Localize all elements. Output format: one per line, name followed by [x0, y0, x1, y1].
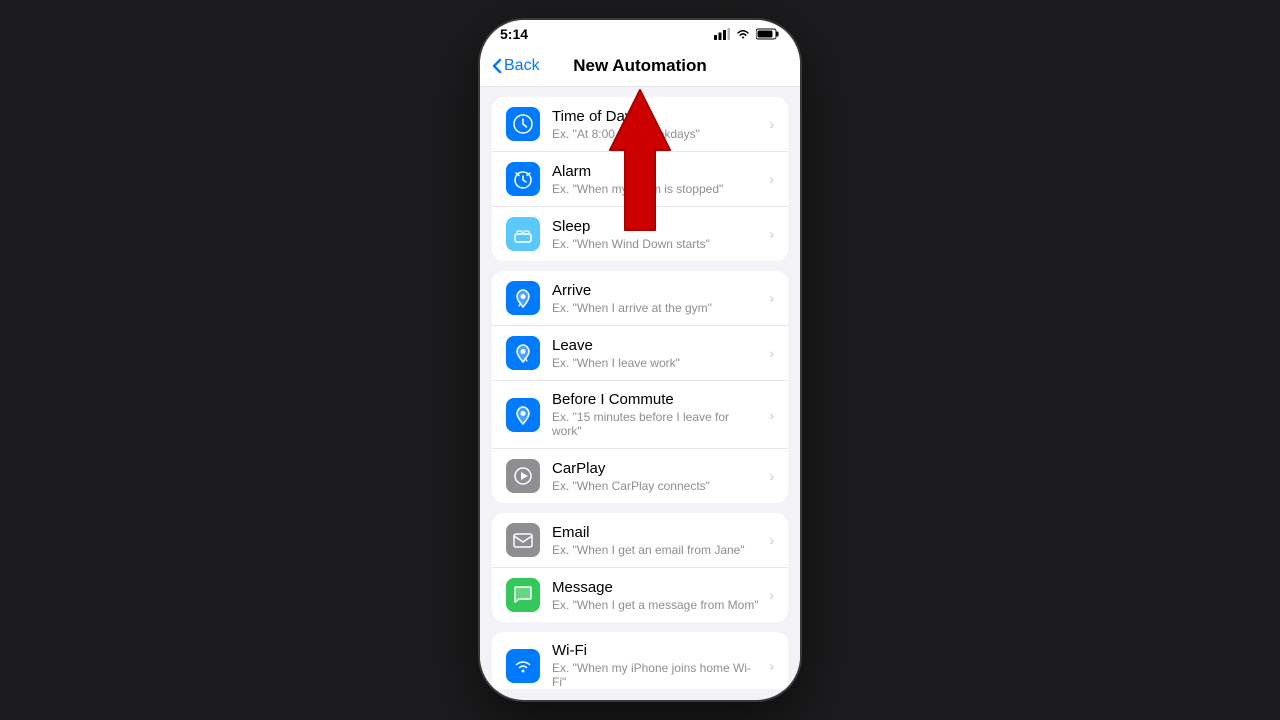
- arrive-text: Arrive Ex. "When I arrive at the gym": [552, 282, 761, 315]
- time-of-day-chevron: ›: [769, 116, 774, 132]
- commute-subtitle: Ex. "15 minutes before I leave for work": [552, 410, 761, 438]
- message-title: Message: [552, 579, 761, 596]
- email-title: Email: [552, 524, 761, 541]
- alarm-chevron: ›: [769, 171, 774, 187]
- battery-icon: [756, 28, 780, 40]
- message-subtitle: Ex. "When I get a message from Mom": [552, 598, 761, 612]
- alarm-text: Alarm Ex. "When my alarm is stopped": [552, 163, 761, 196]
- signal-icon: [714, 28, 730, 40]
- list-item-time-of-day[interactable]: Time of Day Ex. "At 8:00 AM, weekdays" ›: [492, 97, 788, 152]
- status-time: 5:14: [500, 26, 528, 42]
- list-item-leave[interactable]: Leave Ex. "When I leave work" ›: [492, 326, 788, 381]
- email-chevron: ›: [769, 532, 774, 548]
- communication-section: Email Ex. "When I get an email from Jane…: [492, 513, 788, 622]
- arrive-chevron: ›: [769, 290, 774, 306]
- arrive-title: Arrive: [552, 282, 761, 299]
- email-icon-bg: [506, 523, 540, 557]
- list-item-commute[interactable]: Before I Commute Ex. "15 minutes before …: [492, 381, 788, 449]
- status-icons: [714, 28, 780, 40]
- sleep-chevron: ›: [769, 226, 774, 242]
- message-icon-bg: [506, 578, 540, 612]
- carplay-subtitle: Ex. "When CarPlay connects": [552, 479, 761, 493]
- list-item-arrive[interactable]: Arrive Ex. "When I arrive at the gym" ›: [492, 271, 788, 326]
- alarm-title: Alarm: [552, 163, 761, 180]
- nav-title: New Automation: [573, 56, 706, 76]
- wifi-text: Wi-Fi Ex. "When my iPhone joins home Wi-…: [552, 642, 761, 689]
- commute-icon: [506, 398, 540, 432]
- list-item-carplay[interactable]: CarPlay Ex. "When CarPlay connects" ›: [492, 449, 788, 503]
- leave-icon: [506, 336, 540, 370]
- wifi-title: Wi-Fi: [552, 642, 761, 659]
- carplay-text: CarPlay Ex. "When CarPlay connects": [552, 460, 761, 493]
- wifi-subtitle: Ex. "When my iPhone joins home Wi-Fi": [552, 661, 761, 689]
- carplay-chevron: ›: [769, 468, 774, 484]
- leave-chevron: ›: [769, 345, 774, 361]
- arrive-icon: [506, 281, 540, 315]
- time-of-day-subtitle: Ex. "At 8:00 AM, weekdays": [552, 127, 761, 141]
- list-item-wifi[interactable]: Wi-Fi Ex. "When my iPhone joins home Wi-…: [492, 632, 788, 689]
- list-item-alarm[interactable]: Alarm Ex. "When my alarm is stopped" ›: [492, 152, 788, 207]
- list-item-email[interactable]: Email Ex. "When I get an email from Jane…: [492, 513, 788, 568]
- arrive-subtitle: Ex. "When I arrive at the gym": [552, 301, 761, 315]
- message-chevron: ›: [769, 587, 774, 603]
- alarm-icon: [506, 162, 540, 196]
- wifi-chevron: ›: [769, 658, 774, 674]
- carplay-icon-bg: [506, 459, 540, 493]
- connectivity-section: Wi-Fi Ex. "When my iPhone joins home Wi-…: [492, 632, 788, 689]
- message-text: Message Ex. "When I get a message from M…: [552, 579, 761, 612]
- commute-title: Before I Commute: [552, 391, 761, 408]
- time-section: Time of Day Ex. "At 8:00 AM, weekdays" ›: [492, 97, 788, 261]
- sleep-icon: [506, 217, 540, 251]
- time-of-day-title: Time of Day: [552, 108, 761, 125]
- sleep-title: Sleep: [552, 218, 761, 235]
- phone-frame: 5:14: [480, 20, 800, 700]
- alarm-subtitle: Ex. "When my alarm is stopped": [552, 182, 761, 196]
- sleep-subtitle: Ex. "When Wind Down starts": [552, 237, 761, 251]
- back-label: Back: [504, 57, 540, 75]
- commute-text: Before I Commute Ex. "15 minutes before …: [552, 391, 761, 438]
- nav-bar: Back New Automation: [480, 48, 800, 87]
- carplay-title: CarPlay: [552, 460, 761, 477]
- wifi-icon-bg: [506, 649, 540, 683]
- location-section: Arrive Ex. "When I arrive at the gym" › …: [492, 271, 788, 503]
- email-text: Email Ex. "When I get an email from Jane…: [552, 524, 761, 557]
- back-button[interactable]: Back: [492, 57, 540, 75]
- sleep-text: Sleep Ex. "When Wind Down starts": [552, 218, 761, 251]
- list-item-message[interactable]: Message Ex. "When I get a message from M…: [492, 568, 788, 622]
- leave-subtitle: Ex. "When I leave work": [552, 356, 761, 370]
- leave-title: Leave: [552, 337, 761, 354]
- back-chevron-icon: [492, 58, 502, 74]
- leave-text: Leave Ex. "When I leave work": [552, 337, 761, 370]
- list-item-sleep[interactable]: Sleep Ex. "When Wind Down starts" ›: [492, 207, 788, 261]
- time-of-day-icon: [506, 107, 540, 141]
- email-subtitle: Ex. "When I get an email from Jane": [552, 543, 761, 557]
- wifi-status-icon: [735, 28, 751, 40]
- time-of-day-text: Time of Day Ex. "At 8:00 AM, weekdays": [552, 108, 761, 141]
- commute-chevron: ›: [769, 407, 774, 423]
- status-bar: 5:14: [480, 20, 800, 48]
- content-scroll[interactable]: Time of Day Ex. "At 8:00 AM, weekdays" ›: [480, 87, 800, 689]
